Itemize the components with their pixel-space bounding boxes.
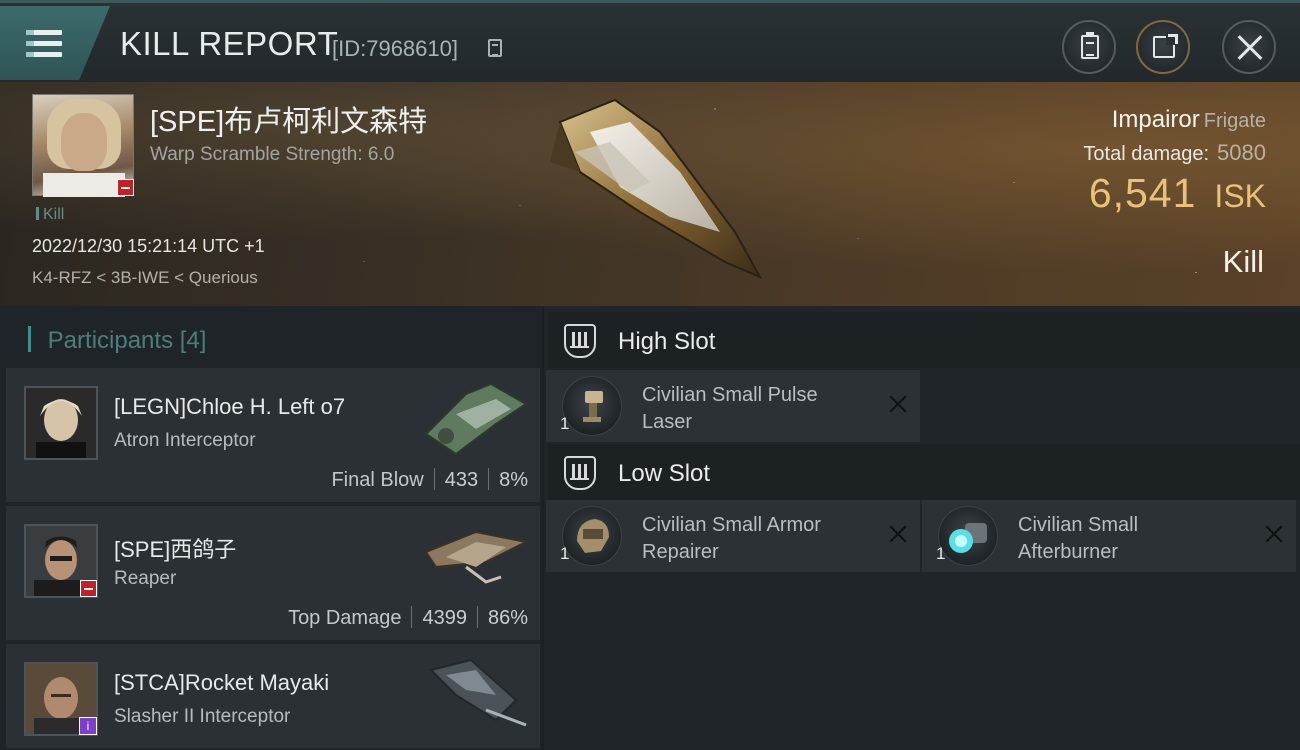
participant-ship: Slasher II Interceptor	[114, 706, 291, 727]
report-id: [ID:7968610]	[332, 36, 458, 61]
participant-percent: 8%	[499, 469, 528, 491]
victim-banner: [SPE]布卢柯利文森特 Warp Scramble Strength: 6.0…	[0, 82, 1300, 306]
header-bar: KILL REPORT [ID:7968610]	[0, 0, 1300, 82]
avatar[interactable]	[24, 386, 98, 460]
top-damage-label: Top Damage	[288, 607, 402, 629]
victim-ship-name: Impairor	[1111, 106, 1200, 133]
module-quantity: 1	[560, 544, 570, 563]
kill-location: K4-RFZ < 3B-IWE < Querious	[32, 268, 258, 287]
module-item[interactable]: 1 Civilian Small Afterburner	[922, 500, 1296, 572]
fitting-panel: High Slot 1 Civilian Small Pulse Laser L…	[544, 306, 1300, 750]
kill-result: Kill	[1222, 244, 1264, 279]
total-damage: Total damage: 5080	[1083, 140, 1266, 166]
isk-value: 6,541 ISK	[1089, 170, 1266, 217]
module-item[interactable]: 1 Civilian Small Armor Repairer	[546, 500, 920, 572]
participant-row[interactable]: [SPE]西鸽子 Reaper Top Damage 4399 86%	[6, 506, 540, 640]
participant-name: [LEGN]Chloe H. Left o7	[114, 394, 346, 419]
module-name: Civilian Small Armor Repairer	[642, 514, 821, 563]
menu-icon[interactable]	[26, 28, 64, 60]
victim-ship-class: Frigate	[1203, 110, 1266, 132]
menu-tab[interactable]	[0, 6, 110, 80]
avatar[interactable]	[24, 524, 98, 598]
page-title: KILL REPORT	[120, 25, 339, 62]
module-quantity: 1	[560, 414, 570, 433]
module-name: Civilian Small Pulse Laser	[642, 384, 818, 433]
warp-scramble: Warp Scramble Strength: 6.0	[150, 144, 395, 165]
final-blow-label: Final Blow	[331, 469, 424, 491]
isk-unit: ISK	[1214, 178, 1266, 214]
participant-percent: 86%	[487, 607, 528, 629]
avatar[interactable]: i	[24, 662, 98, 736]
low-slot-header: Low Slot	[548, 444, 1300, 500]
victim-ship: Impairor Frigate	[1112, 106, 1266, 134]
share-arrow	[1168, 34, 1178, 44]
isk-amount: 6,541	[1088, 170, 1197, 216]
total-damage-label: Total damage:	[1083, 143, 1210, 165]
victim-ship-image	[550, 98, 763, 280]
participant-row[interactable]: i [STCA]Rocket Mayaki Slasher II Interce…	[6, 644, 540, 748]
participant-stats: Top Damage 4399 86%	[288, 606, 528, 630]
standing-badge	[80, 580, 97, 597]
total-damage-value: 5080	[1217, 140, 1266, 165]
module-quantity: 1	[936, 544, 946, 563]
close-button[interactable]	[1222, 20, 1276, 74]
participant-ship: Atron Interceptor	[114, 430, 256, 451]
clipboard-icon	[1081, 32, 1099, 59]
afterburner-icon	[938, 506, 998, 566]
standing-badge	[117, 179, 134, 196]
high-slot-icon	[564, 324, 596, 358]
participant-damage: 4399	[422, 607, 467, 629]
participant-stats: Final Blow 433 8%	[331, 468, 528, 492]
module-item[interactable]: 1 Civilian Small Pulse Laser	[546, 370, 920, 442]
victim-name: [SPE]布卢柯利文森特	[150, 106, 428, 138]
remove-icon[interactable]	[1264, 524, 1284, 544]
alliance-badge: i	[79, 717, 97, 735]
participant-row[interactable]: [LEGN]Chloe H. Left o7 Atron Interceptor…	[6, 368, 540, 502]
module-name: Civilian Small Afterburner	[1018, 514, 1139, 563]
participants-title: Participants [4]	[28, 326, 207, 355]
low-slot-icon	[564, 456, 596, 490]
kill-datetime: 2022/12/30 15:21:14 UTC +1	[32, 236, 265, 256]
low-slot-label: Low Slot	[618, 460, 711, 487]
participant-name: [STCA]Rocket Mayaki	[114, 670, 330, 695]
participants-count: [4]	[179, 327, 207, 354]
participant-name: [SPE]西鸽子	[114, 537, 237, 562]
participant-damage: 433	[444, 469, 479, 491]
participants-panel: Participants [4] [LEGN]Chloe H. Left o7 …	[0, 306, 542, 750]
remove-icon[interactable]	[888, 394, 908, 414]
high-slot-label: High Slot	[618, 328, 716, 355]
copy-icon[interactable]	[488, 39, 502, 57]
remove-icon[interactable]	[888, 524, 908, 544]
kill-tag: Kill	[36, 206, 64, 224]
high-slot-header: High Slot	[548, 312, 1300, 368]
victim-avatar[interactable]	[32, 94, 134, 197]
participant-ship-image	[424, 382, 528, 456]
participant-ship-image	[424, 530, 530, 584]
participant-ship: Reaper	[114, 568, 177, 589]
clipboard-button[interactable]	[1062, 20, 1116, 74]
share-button[interactable]	[1136, 20, 1190, 74]
pulse-laser-icon	[562, 376, 622, 436]
armor-repairer-icon	[562, 506, 622, 566]
participant-ship-image	[429, 658, 527, 727]
